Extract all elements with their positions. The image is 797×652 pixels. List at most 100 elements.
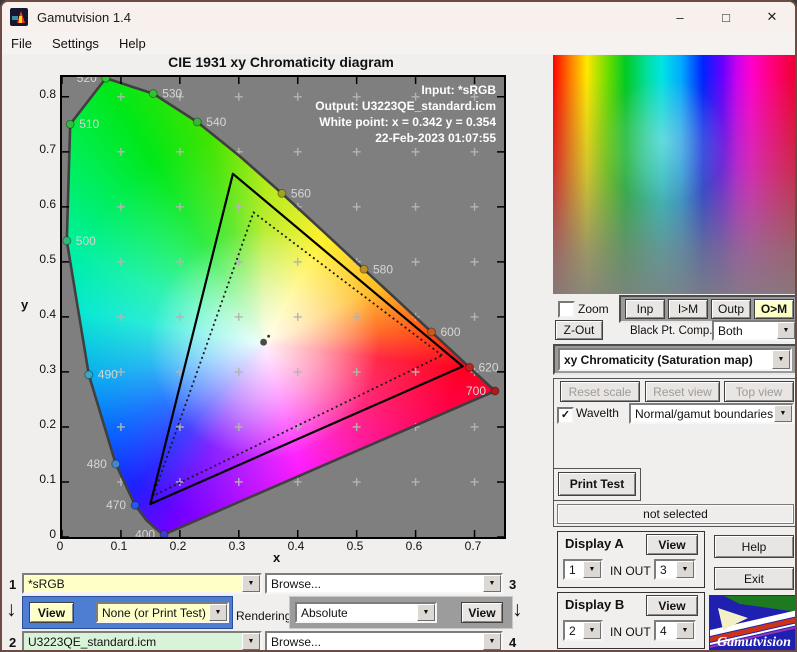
top-view-button[interactable]: Top view — [724, 381, 794, 402]
title-bar: Gamutvision 1.4 – □ ✕ — [2, 2, 795, 32]
grid-cross — [293, 147, 302, 156]
wavelength-dot — [65, 119, 75, 129]
close-button[interactable]: ✕ — [749, 2, 795, 32]
x-tick-label: 0.1 — [110, 539, 128, 553]
display-b-view-button[interactable]: View — [646, 595, 698, 616]
grid-cross — [116, 367, 125, 376]
rendering-intent-select[interactable]: Absolute ▼ — [295, 602, 437, 623]
grid-cross — [234, 477, 243, 486]
grid-cross — [293, 477, 302, 486]
display-a-in-select[interactable]: 1 ▼ — [563, 559, 603, 580]
wavelength-dot — [359, 264, 369, 274]
x-tick-label: 0.7 — [464, 539, 482, 553]
slot-2-label: 2 — [9, 635, 17, 650]
inp-button[interactable]: Inp — [625, 299, 665, 319]
wavelength-label: 560 — [291, 186, 311, 200]
grid-cross — [470, 312, 479, 321]
white-point-dot — [267, 334, 270, 338]
chevron-down-icon[interactable]: ▼ — [483, 633, 501, 650]
chevron-down-icon[interactable]: ▼ — [676, 561, 694, 578]
wavelth-checkbox[interactable]: ✓ — [557, 407, 574, 424]
input-profile-select[interactable]: *sRGB ▼ — [22, 573, 262, 594]
grid-cross — [293, 367, 302, 376]
display-b-out-select[interactable]: 4 ▼ — [654, 620, 696, 641]
display-b-title: Display B — [565, 597, 625, 612]
display-b-in-select[interactable]: 2 ▼ — [563, 620, 603, 641]
chevron-down-icon[interactable]: ▼ — [209, 604, 227, 621]
chevron-down-icon[interactable]: ▼ — [242, 575, 260, 592]
x-axis-label: x — [273, 550, 281, 565]
display-b-inout-label: IN OUT — [610, 625, 651, 639]
grid-cross — [175, 477, 184, 486]
grid-cross — [352, 312, 361, 321]
grid-cross — [411, 477, 420, 486]
grid-cross — [116, 147, 125, 156]
exit-button[interactable]: Exit — [714, 567, 794, 590]
menu-settings[interactable]: Settings — [42, 34, 109, 53]
y-tick-label: 0.2 — [39, 417, 56, 431]
grid-cross — [175, 202, 184, 211]
view-input-button[interactable]: View — [29, 602, 74, 623]
wavelength-label: 400 — [135, 527, 155, 537]
menu-help[interactable]: Help — [109, 34, 156, 53]
chevron-down-icon[interactable]: ▼ — [483, 575, 501, 592]
chevron-down-icon[interactable]: ▼ — [583, 622, 601, 639]
y-tick-label: 0.3 — [39, 362, 56, 376]
menu-file[interactable]: File — [2, 34, 42, 53]
chevron-down-icon[interactable]: ▼ — [772, 350, 790, 369]
view-output-button[interactable]: View — [461, 602, 503, 623]
reset-scale-button[interactable]: Reset scale — [560, 381, 640, 402]
annotation-output: Output: U3223QE_standard.icm — [315, 99, 496, 113]
zoom-checkbox[interactable] — [558, 301, 575, 318]
wavelength-label: 600 — [441, 325, 461, 339]
grid-cross — [116, 202, 125, 211]
chevron-down-icon[interactable]: ▼ — [242, 633, 260, 650]
maximize-button[interactable]: □ — [703, 2, 749, 32]
y-tick-label: 0.8 — [39, 87, 56, 101]
wavelength-dot — [148, 89, 158, 99]
boundaries-select[interactable]: Normal/gamut boundaries ▼ — [629, 403, 794, 424]
browse-top-select[interactable]: Browse... ▼ — [265, 573, 503, 594]
saturation-map-preview[interactable] — [553, 55, 795, 294]
o-to-m-button[interactable]: O>M — [754, 299, 794, 319]
chromaticity-plot[interactable]: 400 470 480 490 500 510 520 530 540 560 580 600 620 7… — [60, 75, 506, 539]
display-a-view-button[interactable]: View — [646, 534, 698, 555]
slot-3-label: 3 — [509, 577, 517, 592]
browse-bottom-select[interactable]: Browse... ▼ — [265, 631, 503, 650]
grid-cross — [352, 422, 361, 431]
reset-view-button[interactable]: Reset view — [645, 381, 720, 402]
chevron-down-icon[interactable]: ▼ — [777, 322, 795, 339]
grid-cross — [293, 312, 302, 321]
wavelength-label: 480 — [87, 457, 107, 471]
help-button[interactable]: Help — [714, 535, 794, 558]
down-arrow-left-icon: ↓ — [6, 598, 17, 621]
grid-cross — [234, 202, 243, 211]
gamutvision-logo: Gamutvision — [709, 595, 795, 650]
i-to-m-button[interactable]: I>M — [668, 299, 708, 319]
none-print-test-select[interactable]: None (or Print Test) ▼ — [96, 602, 229, 623]
black-pt-comp-select[interactable]: Both ▼ — [712, 320, 795, 341]
plot-annotations: Input: *sRGB Output: U3223QE_standard.ic… — [315, 82, 496, 146]
slot-4-label: 4 — [509, 635, 517, 650]
chevron-down-icon[interactable]: ▼ — [774, 405, 792, 422]
annotation-whitepoint: White point: x = 0.342 y = 0.354 — [319, 115, 496, 129]
gamut-triangle-input-dotted — [151, 210, 444, 498]
y-tick-label: 0.5 — [39, 252, 56, 266]
wavelength-label: 530 — [162, 87, 182, 101]
z-out-button[interactable]: Z-Out — [555, 320, 603, 340]
grid-cross — [293, 257, 302, 266]
chevron-down-icon[interactable]: ▼ — [676, 622, 694, 639]
wavelength-dot — [192, 117, 202, 127]
display-mode-select[interactable]: xy Chromaticity (Saturation map) ▼ — [558, 348, 792, 371]
chevron-down-icon[interactable]: ▼ — [417, 604, 435, 621]
grid-cross — [234, 422, 243, 431]
minimize-button[interactable]: – — [657, 2, 703, 32]
output-profile-select[interactable]: U3223QE_standard.icm ▼ — [22, 631, 262, 650]
grid-cross — [352, 147, 361, 156]
print-test-button[interactable]: Print Test — [558, 472, 636, 496]
wavelth-checkbox-label: Wavelth — [576, 406, 619, 420]
outp-button[interactable]: Outp — [711, 299, 751, 319]
display-a-out-select[interactable]: 3 ▼ — [654, 559, 696, 580]
chevron-down-icon[interactable]: ▼ — [583, 561, 601, 578]
annotation-input: Input: *sRGB — [421, 83, 496, 97]
